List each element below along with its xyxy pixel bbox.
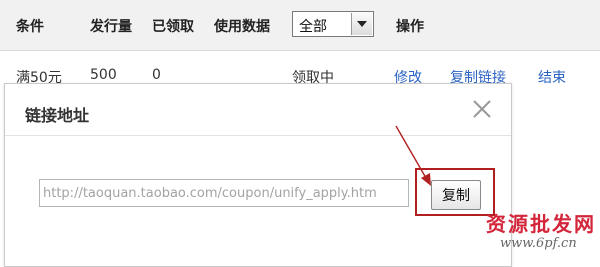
watermark-url: www.6pf.cn	[500, 236, 577, 251]
usage-filter-value: 全部	[299, 19, 327, 35]
watermark-logo: 资源批发网	[486, 212, 596, 236]
usage-filter-select[interactable]: 全部	[292, 11, 374, 37]
chevron-down-icon[interactable]	[351, 13, 372, 35]
column-header-condition: 条件	[16, 19, 44, 35]
dialog-title: 链接地址	[25, 106, 90, 125]
cell-issued: 500	[90, 67, 117, 83]
annotation-highlight-box	[415, 168, 495, 216]
table-header: 条件 发行量 已领取 使用数据 全部 操作	[0, 0, 600, 51]
url-input[interactable]	[39, 179, 409, 207]
column-header-issued: 发行量	[90, 19, 132, 35]
dialog-divider	[5, 135, 511, 136]
column-header-actions: 操作	[396, 19, 424, 35]
end-link[interactable]: 结束	[538, 67, 566, 87]
cell-received: 0	[152, 67, 161, 83]
close-icon[interactable]	[471, 98, 493, 120]
column-header-usage-data: 使用数据	[214, 19, 270, 35]
column-header-received: 已领取	[152, 19, 194, 35]
